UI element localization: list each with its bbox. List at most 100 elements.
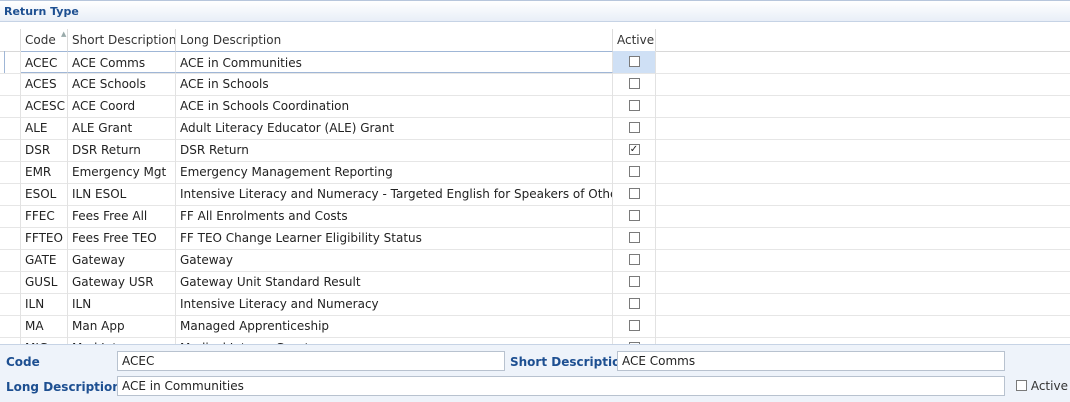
table-row[interactable]: EMR Emergency Mgt Emergency Management Rep… xyxy=(0,161,1070,184)
cell-active[interactable] xyxy=(613,315,656,337)
cell-long-description[interactable]: Gateway Unit Standard Result xyxy=(176,271,613,293)
return-type-grid[interactable]: ▲ Code Short Description Long Descriptio… xyxy=(0,29,1070,344)
cell-short-description[interactable]: ALE Grant xyxy=(68,117,176,139)
cell-active[interactable] xyxy=(613,161,656,183)
row-selector[interactable] xyxy=(4,183,21,205)
cell-code[interactable]: FFEC xyxy=(21,205,68,227)
cell-active[interactable] xyxy=(613,117,656,139)
cell-active[interactable] xyxy=(613,51,656,73)
row-selector[interactable] xyxy=(4,205,21,227)
active-checkbox[interactable] xyxy=(628,166,640,177)
active-checkbox[interactable] xyxy=(628,210,640,221)
cell-code[interactable]: MIG xyxy=(21,337,68,344)
column-header-code[interactable]: ▲ Code xyxy=(21,29,68,51)
cell-long-description[interactable]: FF TEO Change Learner Eligibility Status xyxy=(176,227,613,249)
cell-short-description[interactable]: Fees Free TEO xyxy=(68,227,176,249)
row-selector[interactable] xyxy=(4,337,21,344)
cell-code[interactable]: GATE xyxy=(21,249,68,271)
cell-short-description[interactable]: Fees Free All xyxy=(68,205,176,227)
column-header-long-description[interactable]: Long Description xyxy=(176,29,613,51)
cell-code[interactable]: ALE xyxy=(21,117,68,139)
active-checkbox[interactable] xyxy=(628,188,640,199)
cell-short-description[interactable]: Med Interns xyxy=(68,337,176,344)
column-header-active[interactable]: Active xyxy=(613,29,656,51)
cell-long-description[interactable]: Medical Interns Grant xyxy=(176,337,613,344)
table-row[interactable]: ILN ILN Intensive Literacy and Numeracy xyxy=(0,293,1070,316)
cell-active[interactable]: ✓ xyxy=(613,139,656,161)
cell-long-description[interactable]: ACE in Communities xyxy=(176,51,613,73)
table-row[interactable]: ACESC ACE Coord ACE in Schools Coordinatio… xyxy=(0,95,1070,118)
cell-short-description[interactable]: Gateway xyxy=(68,249,176,271)
cell-long-description[interactable]: Gateway xyxy=(176,249,613,271)
cell-code[interactable]: EMR xyxy=(21,161,68,183)
cell-active[interactable] xyxy=(613,249,656,271)
active-checkbox[interactable] xyxy=(628,298,640,309)
cell-long-description[interactable]: Adult Literacy Educator (ALE) Grant xyxy=(176,117,613,139)
table-row[interactable]: FFEC Fees Free All FF All Enrolments and C… xyxy=(0,205,1070,228)
cell-active[interactable] xyxy=(613,95,656,117)
active-checkbox[interactable]: ✓ xyxy=(628,144,640,155)
cell-long-description[interactable]: ACE in Schools Coordination xyxy=(176,95,613,117)
active-checkbox[interactable] xyxy=(628,254,640,265)
cell-code[interactable]: MA xyxy=(21,315,68,337)
table-row[interactable]: FFTEO Fees Free TEO FF TEO Change Learner … xyxy=(0,227,1070,250)
active-checkbox[interactable] xyxy=(628,122,640,133)
cell-short-description[interactable]: ILN ESOL xyxy=(68,183,176,205)
cell-long-description[interactable]: ACE in Schools xyxy=(176,73,613,95)
short-description-field[interactable]: ACE Comms xyxy=(617,351,1005,371)
table-row[interactable]: GATE Gateway Gateway xyxy=(0,249,1070,272)
cell-short-description[interactable]: Gateway USR xyxy=(68,271,176,293)
row-selector[interactable] xyxy=(4,139,21,161)
row-selector[interactable] xyxy=(4,95,21,117)
row-selector[interactable] xyxy=(4,161,21,183)
cell-active[interactable] xyxy=(613,271,656,293)
cell-active[interactable] xyxy=(613,73,656,95)
active-checkbox[interactable] xyxy=(628,232,640,243)
table-row[interactable]: ALE ALE Grant Adult Literacy Educator (ALE… xyxy=(0,117,1070,140)
cell-short-description[interactable]: DSR Return xyxy=(68,139,176,161)
cell-code[interactable]: FFTEO xyxy=(21,227,68,249)
table-row[interactable]: DSR DSR Return DSR Return ✓ xyxy=(0,139,1070,162)
table-row[interactable]: GUSL Gateway USR Gateway Unit Standard Res… xyxy=(0,271,1070,294)
cell-active[interactable] xyxy=(613,337,656,344)
cell-code[interactable]: ACESC xyxy=(21,95,68,117)
active-checkbox[interactable] xyxy=(628,100,640,111)
table-row[interactable]: ACEC ACE Comms ACE in Communities xyxy=(0,51,1070,74)
cell-code[interactable]: ACEC xyxy=(21,51,68,73)
row-selector[interactable] xyxy=(4,249,21,271)
cell-long-description[interactable]: DSR Return xyxy=(176,139,613,161)
cell-active[interactable] xyxy=(613,205,656,227)
row-selector[interactable] xyxy=(4,117,21,139)
active-checkbox[interactable] xyxy=(628,276,640,287)
cell-short-description[interactable]: ACE Comms xyxy=(68,51,176,73)
active-checkbox[interactable] xyxy=(628,78,640,89)
cell-code[interactable]: GUSL xyxy=(21,271,68,293)
cell-long-description[interactable]: Managed Apprenticeship xyxy=(176,315,613,337)
row-selector[interactable] xyxy=(4,227,21,249)
active-checkbox[interactable] xyxy=(628,56,640,67)
code-field[interactable]: ACEC xyxy=(117,351,505,371)
cell-code[interactable]: ESOL xyxy=(21,183,68,205)
cell-long-description[interactable]: Emergency Management Reporting xyxy=(176,161,613,183)
cell-code[interactable]: ACES xyxy=(21,73,68,95)
table-row[interactable]: MA Man App Managed Apprenticeship xyxy=(0,315,1070,338)
cell-short-description[interactable]: ILN xyxy=(68,293,176,315)
table-row[interactable]: MIGMed InternsMedical Interns Grant xyxy=(0,337,1070,344)
row-selector[interactable] xyxy=(4,315,21,337)
cell-short-description[interactable]: ACE Coord xyxy=(68,95,176,117)
active-checkbox[interactable] xyxy=(1016,380,1027,391)
row-selector[interactable] xyxy=(4,271,21,293)
active-toggle[interactable]: Active xyxy=(1016,379,1068,393)
cell-short-description[interactable]: Emergency Mgt xyxy=(68,161,176,183)
row-selector[interactable] xyxy=(4,293,21,315)
cell-long-description[interactable]: Intensive Literacy and Numeracy - Target… xyxy=(176,183,613,205)
row-selector[interactable] xyxy=(4,51,21,73)
long-description-field[interactable]: ACE in Communities xyxy=(117,376,1005,396)
active-checkbox[interactable] xyxy=(628,320,640,331)
cell-code[interactable]: ILN xyxy=(21,293,68,315)
table-row[interactable]: ESOL ILN ESOL Intensive Literacy and Numer… xyxy=(0,183,1070,206)
cell-short-description[interactable]: ACE Schools xyxy=(68,73,176,95)
cell-long-description[interactable]: Intensive Literacy and Numeracy xyxy=(176,293,613,315)
table-row[interactable]: ACES ACE Schools ACE in Schools xyxy=(0,73,1070,96)
cell-active[interactable] xyxy=(613,183,656,205)
